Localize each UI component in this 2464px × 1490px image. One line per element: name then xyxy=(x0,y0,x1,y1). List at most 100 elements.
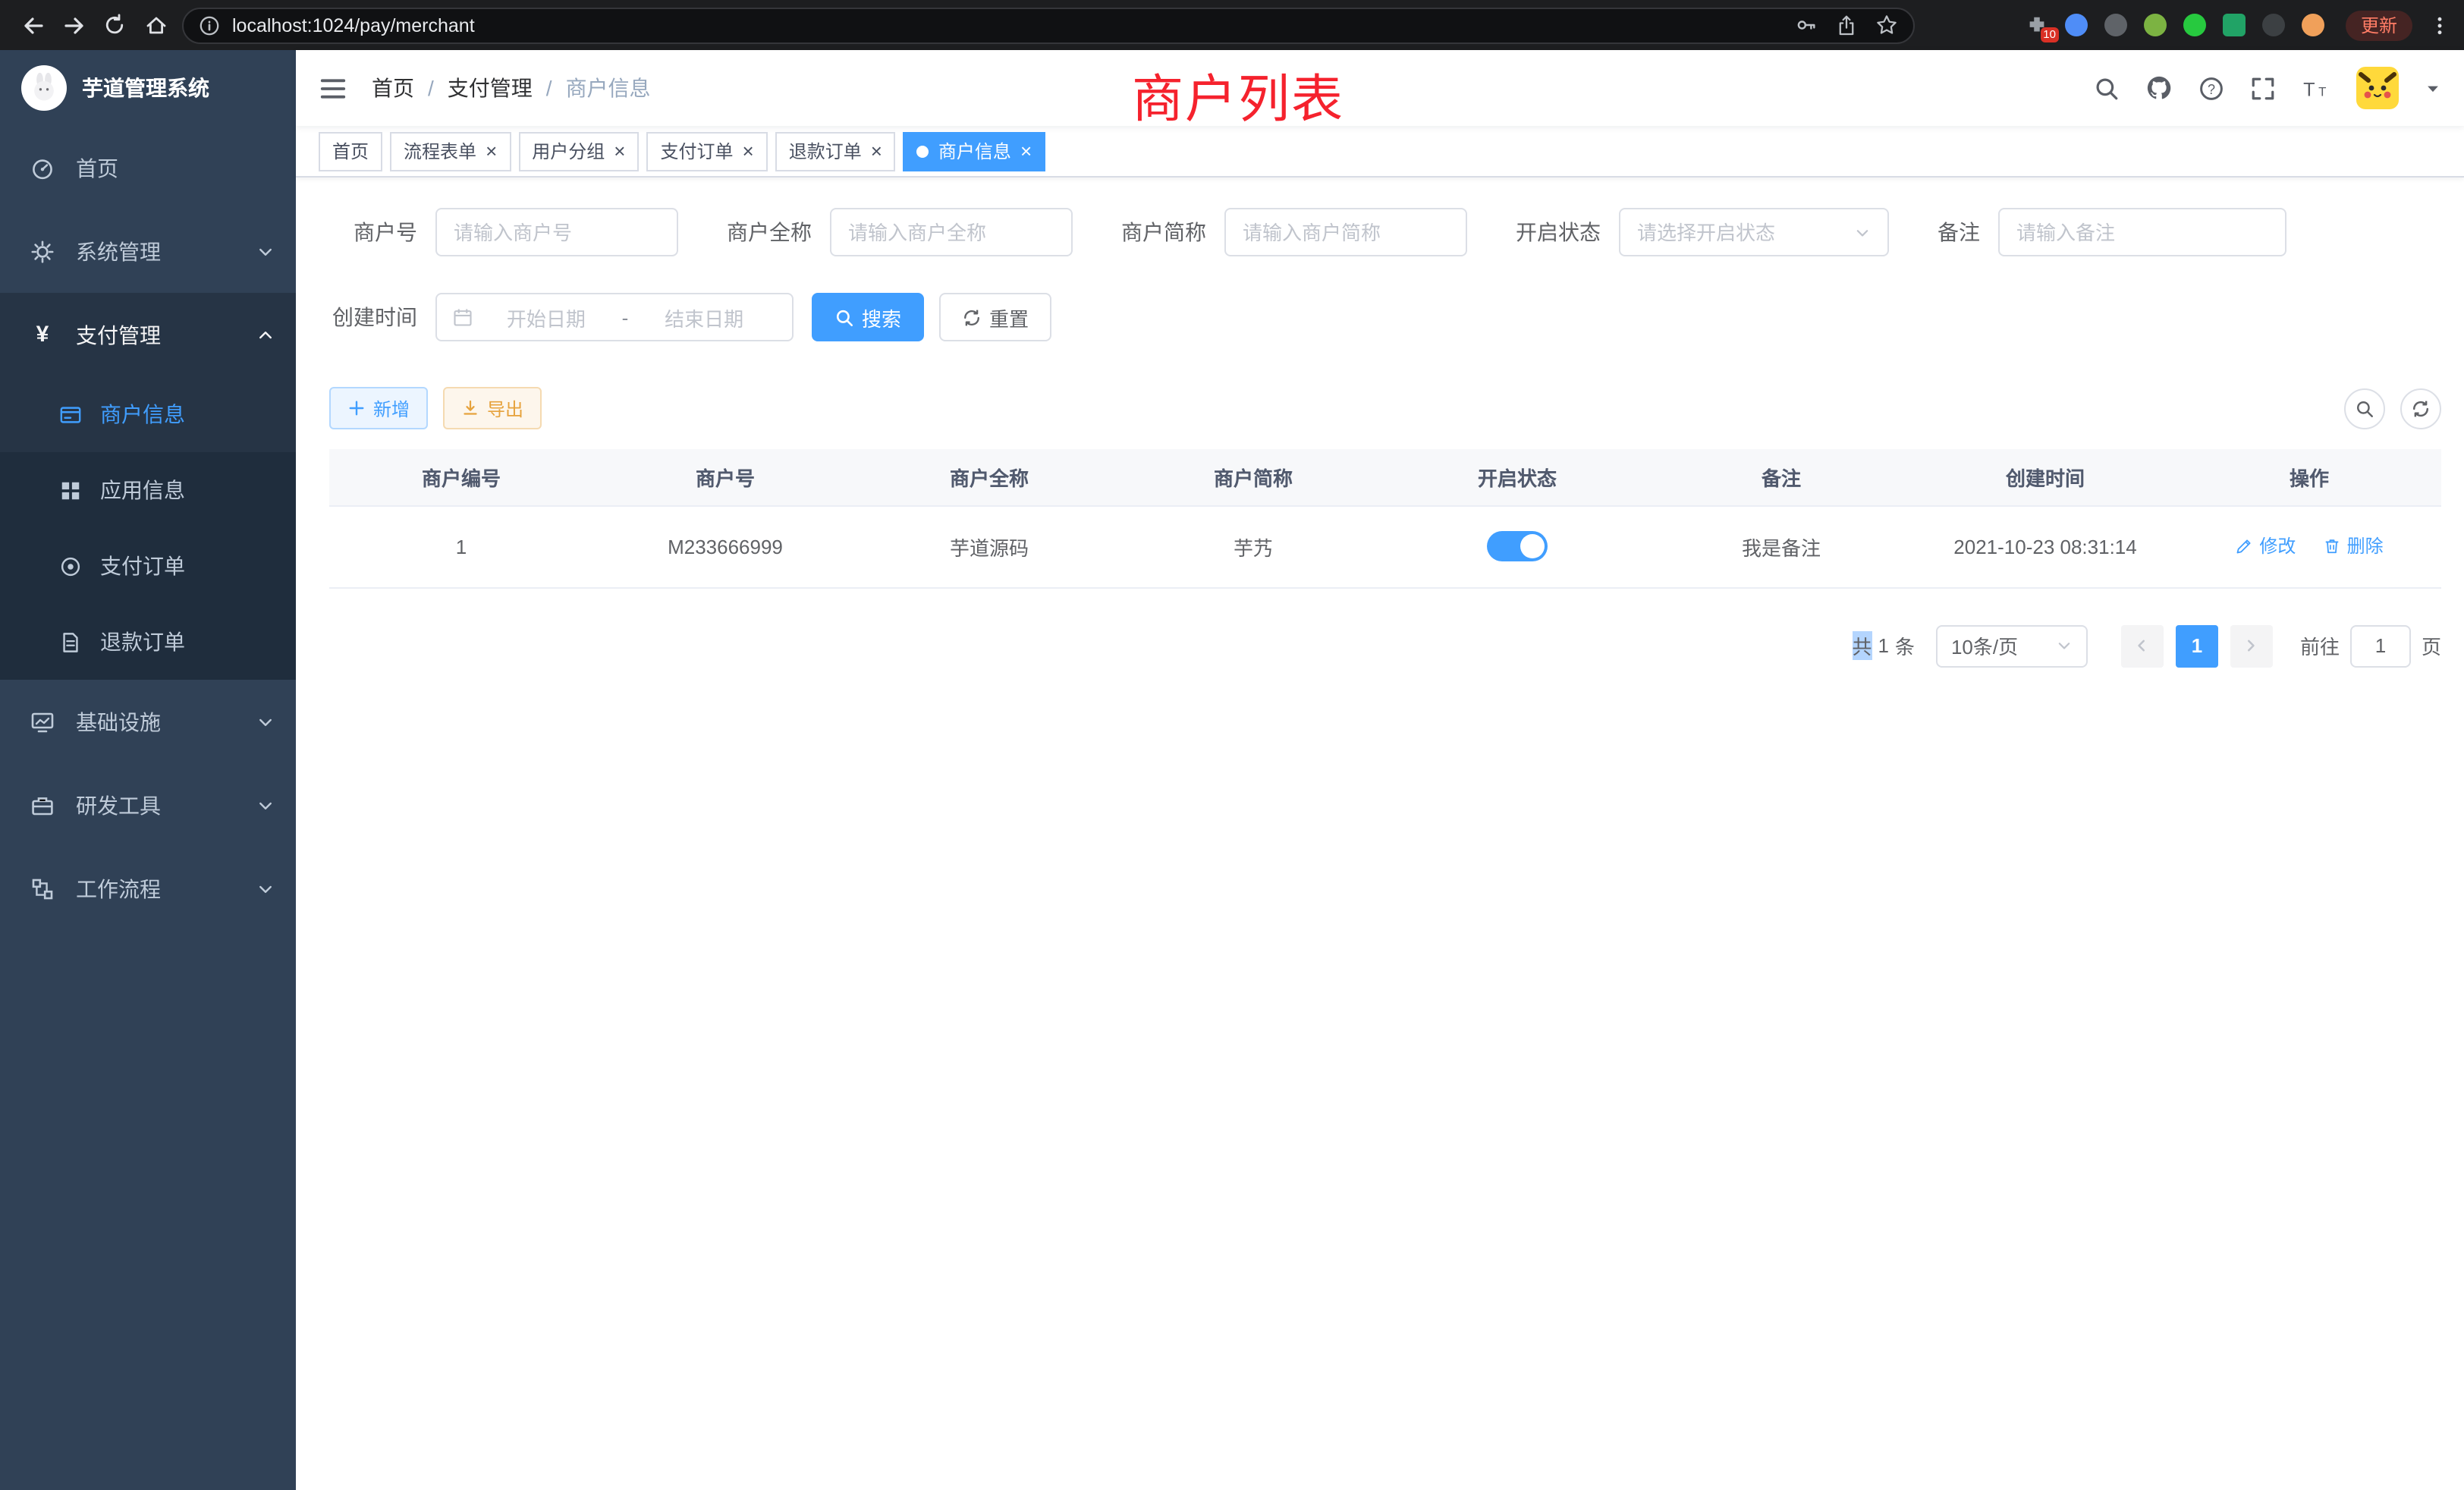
close-icon[interactable]: × xyxy=(486,141,497,161)
sidebar-item-label: 首页 xyxy=(76,152,118,183)
browser-profile-avatar[interactable] xyxy=(2300,12,2326,38)
merchant-no-input[interactable] xyxy=(435,208,678,256)
remark-input[interactable] xyxy=(1998,208,2286,256)
svg-text:T: T xyxy=(2318,84,2326,99)
refresh-icon xyxy=(962,307,982,327)
url-bar[interactable]: localhost:1024/pay/merchant xyxy=(182,7,1915,43)
sidebar-item-label: 退款订单 xyxy=(100,627,185,657)
short-name-input-field[interactable] xyxy=(1243,221,1449,244)
export-button[interactable]: 导出 xyxy=(443,387,542,429)
sidebar-item-pay-order[interactable]: 支付订单 xyxy=(0,528,296,604)
breadcrumb-separator: / xyxy=(546,76,552,100)
reset-button-label: 重置 xyxy=(989,303,1029,332)
tab-pay-order[interactable]: 支付订单 × xyxy=(646,131,767,171)
sidebar-item-workflow[interactable]: 工作流程 xyxy=(0,847,296,930)
extension-icon-green-square[interactable] xyxy=(2221,12,2247,38)
sidebar-item-refund-order[interactable]: 退款订单 xyxy=(0,604,296,680)
short-name-input[interactable] xyxy=(1224,208,1467,256)
tab-home[interactable]: 首页 xyxy=(319,131,382,171)
search-icon xyxy=(834,307,854,327)
extension-icon-dark[interactable] xyxy=(2103,12,2129,38)
tab-process-form[interactable]: 流程表单 × xyxy=(390,131,511,171)
merchant-no-label: 商户号 xyxy=(329,217,417,247)
forward-button[interactable] xyxy=(53,5,94,46)
date-range-picker[interactable]: 开始日期 - 结束日期 xyxy=(435,293,794,341)
sidebar-item-devtools[interactable]: 研发工具 xyxy=(0,763,296,847)
extension-icon-pin[interactable] xyxy=(2261,12,2286,38)
reload-button[interactable] xyxy=(94,5,135,46)
extension-icon-profile[interactable] xyxy=(2142,12,2168,38)
search-icon[interactable] xyxy=(2094,75,2120,101)
remark-input-field[interactable] xyxy=(2016,221,2268,244)
chevron-down-icon xyxy=(256,712,275,731)
breadcrumb-current: 商户信息 xyxy=(566,73,651,103)
add-button[interactable]: 新增 xyxy=(329,387,428,429)
help-icon[interactable]: ? xyxy=(2198,75,2224,101)
sidebar-item-label: 商户信息 xyxy=(100,399,185,429)
full-name-input[interactable] xyxy=(830,208,1073,256)
fullscreen-icon[interactable] xyxy=(2250,75,2276,101)
toggle-search-button[interactable] xyxy=(2344,388,2385,429)
end-date-placeholder[interactable]: 结束日期 xyxy=(631,303,777,332)
search-button-label: 搜索 xyxy=(862,303,901,332)
tab-merchant-info[interactable]: 商户信息 × xyxy=(904,131,1045,171)
browser-menu-icon[interactable] xyxy=(2426,12,2452,38)
add-button-label: 新增 xyxy=(373,395,410,421)
status-toggle[interactable] xyxy=(1487,531,1548,561)
document-icon xyxy=(59,630,82,653)
search-button[interactable]: 搜索 xyxy=(812,293,924,341)
extension-icon-green-circle[interactable] xyxy=(2182,12,2208,38)
hamburger-icon[interactable] xyxy=(319,74,347,102)
reset-button[interactable]: 重置 xyxy=(939,293,1051,341)
filter-merchant-no: 商户号 xyxy=(329,208,678,256)
close-icon[interactable]: × xyxy=(871,141,882,161)
close-icon[interactable]: × xyxy=(1020,141,1032,161)
goto-label: 前往 xyxy=(2300,631,2340,660)
sidebar-item-label: 应用信息 xyxy=(100,475,185,505)
user-avatar[interactable] xyxy=(2356,67,2399,109)
edit-link[interactable]: 修改 xyxy=(2235,533,2296,559)
extension-icon-blue[interactable] xyxy=(2063,12,2089,38)
start-date-placeholder[interactable]: 开始日期 xyxy=(473,303,619,332)
sidebar-item-infra[interactable]: 基础设施 xyxy=(0,680,296,763)
back-button[interactable] xyxy=(12,5,53,46)
col-header-actions: 操作 xyxy=(2177,449,2441,505)
sidebar: 芋道管理系统 首页 系统管理 ¥ 支付管理 xyxy=(0,50,296,1490)
caret-down-icon[interactable] xyxy=(2425,80,2441,96)
page-size-select[interactable]: 10条/页 xyxy=(1936,624,2088,667)
site-info-icon[interactable] xyxy=(199,14,220,36)
password-key-icon[interactable] xyxy=(1795,14,1818,36)
sidebar-item-home[interactable]: 首页 xyxy=(0,126,296,209)
sidebar-item-app-info[interactable]: 应用信息 xyxy=(0,452,296,528)
breadcrumb-home[interactable]: 首页 xyxy=(372,73,414,103)
next-page-button[interactable] xyxy=(2230,624,2273,667)
browser-update-button[interactable]: 更新 xyxy=(2346,10,2412,40)
chevron-down-icon xyxy=(1854,224,1871,240)
bookmark-star-icon[interactable] xyxy=(1875,14,1898,36)
tab-user-group[interactable]: 用户分组 × xyxy=(518,131,639,171)
github-icon[interactable] xyxy=(2145,74,2173,102)
font-size-icon[interactable]: TT xyxy=(2302,75,2330,101)
sidebar-item-merchant-info[interactable]: 商户信息 xyxy=(0,376,296,452)
share-icon[interactable] xyxy=(1836,14,1857,36)
toolbox-icon xyxy=(30,793,55,817)
close-icon[interactable]: × xyxy=(614,141,625,161)
refresh-table-button[interactable] xyxy=(2400,388,2441,429)
top-navbar: 首页 / 支付管理 / 商户信息 ? xyxy=(296,50,2464,126)
status-select[interactable] xyxy=(1619,208,1889,256)
tab-refund-order[interactable]: 退款订单 × xyxy=(775,131,896,171)
page-number-1[interactable]: 1 xyxy=(2176,624,2218,667)
goto-page-input[interactable] xyxy=(2350,624,2411,667)
sidebar-item-pay[interactable]: ¥ 支付管理 xyxy=(0,293,296,376)
breadcrumb-pay[interactable]: 支付管理 xyxy=(448,73,533,103)
extensions-puzzle-icon[interactable]: 10 xyxy=(2024,12,2050,38)
tab-label: 商户信息 xyxy=(938,138,1011,164)
full-name-input-field[interactable] xyxy=(848,221,1054,244)
prev-page-button[interactable] xyxy=(2121,624,2164,667)
status-select-field[interactable] xyxy=(1637,221,1845,244)
merchant-no-input-field[interactable] xyxy=(454,221,660,244)
close-icon[interactable]: × xyxy=(743,141,754,161)
delete-link[interactable]: 删除 xyxy=(2323,533,2384,559)
home-button[interactable] xyxy=(135,5,176,46)
sidebar-item-system[interactable]: 系统管理 xyxy=(0,209,296,293)
